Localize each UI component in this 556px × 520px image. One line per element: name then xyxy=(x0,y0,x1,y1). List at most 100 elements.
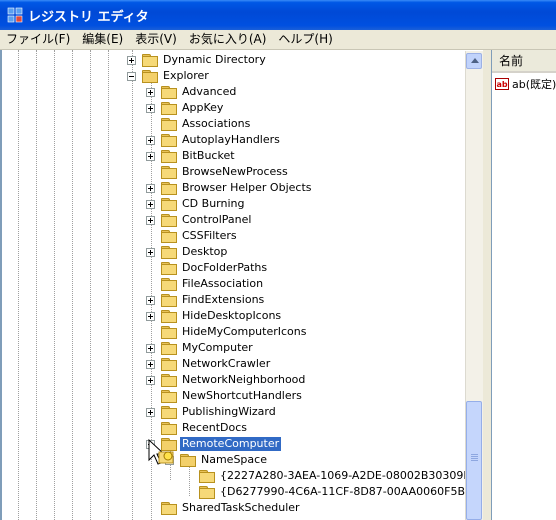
expand-icon[interactable] xyxy=(146,104,155,113)
tree-node[interactable]: DocFolderPaths xyxy=(2,260,467,276)
folder-icon xyxy=(161,422,177,435)
grip-icon xyxy=(471,454,478,462)
folder-icon xyxy=(161,278,177,291)
tree-node[interactable]: AutoplayHandlers xyxy=(2,132,467,148)
expand-icon[interactable] xyxy=(146,344,155,353)
tree-node-label[interactable]: RecentDocs xyxy=(180,421,249,435)
menu-edit[interactable]: 編集(E) xyxy=(76,30,129,49)
tree-node-label[interactable]: {2227A280-3AEA-1069-A2DE-08002B30309D} xyxy=(218,469,481,483)
tree-node-label[interactable]: SharedTaskScheduler xyxy=(180,501,302,515)
tree-node[interactable]: Dynamic Directory xyxy=(2,52,467,68)
tree-node-label[interactable]: AutoplayHandlers xyxy=(180,133,282,147)
tree-node[interactable]: CD Burning xyxy=(2,196,467,212)
expand-icon[interactable] xyxy=(127,56,136,65)
menu-file[interactable]: ファイル(F) xyxy=(0,30,76,49)
menu-help[interactable]: ヘルプ(H) xyxy=(272,30,338,49)
expand-icon[interactable] xyxy=(146,248,155,257)
scroll-thumb[interactable] xyxy=(466,401,482,520)
tree-node[interactable]: MyComputer xyxy=(2,340,467,356)
tree-node-label[interactable]: FindExtensions xyxy=(180,293,266,307)
tree-node-label[interactable]: Associations xyxy=(180,117,252,131)
title-bar: レジストリ エディタ xyxy=(0,0,556,30)
expand-icon[interactable] xyxy=(146,360,155,369)
expand-icon[interactable] xyxy=(146,136,155,145)
tree-node-label[interactable]: AppKey xyxy=(180,101,225,115)
folder-icon xyxy=(161,358,177,371)
menu-view[interactable]: 表示(V) xyxy=(129,30,183,49)
tree-node[interactable]: CSSFilters xyxy=(2,228,467,244)
tree-node[interactable]: Browser Helper Objects xyxy=(2,180,467,196)
tree-node[interactable]: BitBucket xyxy=(2,148,467,164)
folder-icon xyxy=(161,182,177,195)
tree-node-label[interactable]: NetworkCrawler xyxy=(180,357,272,371)
collapse-icon[interactable] xyxy=(127,72,136,81)
folder-icon xyxy=(161,118,177,131)
tree-node-label[interactable]: {D6277990-4C6A-11CF-8D87-00AA0060F5BF} xyxy=(218,485,480,499)
tree-node-label[interactable]: CD Burning xyxy=(180,197,246,211)
tree-node-label[interactable]: RemoteComputer xyxy=(180,437,282,451)
expand-icon[interactable] xyxy=(146,88,155,97)
folder-icon xyxy=(161,102,177,115)
expand-icon[interactable] xyxy=(146,216,155,225)
tree-node[interactable]: Desktop xyxy=(2,244,467,260)
pane-splitter[interactable] xyxy=(483,50,491,520)
tree-node-label[interactable]: Advanced xyxy=(180,85,238,99)
tree-node[interactable]: RemoteComputer xyxy=(2,436,467,452)
menu-favorites[interactable]: お気に入り(A) xyxy=(183,30,273,49)
tree-node-label[interactable]: NetworkNeighborhood xyxy=(180,373,307,387)
tree-scrollbar[interactable] xyxy=(465,51,483,520)
folder-icon xyxy=(161,502,177,515)
registry-tree-pane[interactable]: Dynamic Directory Explorer Advanced AppKey A… xyxy=(0,50,485,520)
tree-node-label[interactable]: NameSpace xyxy=(199,453,269,467)
tree-node-label[interactable]: BitBucket xyxy=(180,149,237,163)
tree-node-label[interactable]: NewShortcutHandlers xyxy=(180,389,304,403)
tree-node-label[interactable]: MyComputer xyxy=(180,341,255,355)
tree-node[interactable]: NetworkNeighborhood xyxy=(2,372,467,388)
tree-node[interactable]: Advanced xyxy=(2,84,467,100)
tree-node[interactable]: Explorer xyxy=(2,68,467,84)
tree-node[interactable]: FileAssociation xyxy=(2,276,467,292)
tree-node-label[interactable]: FileAssociation xyxy=(180,277,265,291)
expand-icon[interactable] xyxy=(146,408,155,417)
tree-node[interactable]: NewShortcutHandlers xyxy=(2,388,467,404)
column-header-name[interactable]: 名前 xyxy=(492,50,556,73)
tree-node-label[interactable]: Explorer xyxy=(161,69,211,83)
expand-icon[interactable] xyxy=(146,200,155,209)
tree-node-label[interactable]: ControlPanel xyxy=(180,213,253,227)
tree-node[interactable]: {D6277990-4C6A-11CF-8D87-00AA0060F5BF} xyxy=(2,484,478,500)
tree-node-label[interactable]: Browser Helper Objects xyxy=(180,181,314,195)
tree-node-label[interactable]: Dynamic Directory xyxy=(161,53,268,67)
tree-node[interactable]: HideMyComputerIcons xyxy=(2,324,467,340)
expand-icon[interactable] xyxy=(146,152,155,161)
values-list-pane[interactable]: 名前 ab ab(既定) xyxy=(491,50,556,520)
tree-node[interactable]: ControlPanel xyxy=(2,212,467,228)
tree-node-label[interactable]: HideDesktopIcons xyxy=(180,309,283,323)
tree-node[interactable]: NetworkCrawler xyxy=(2,356,467,372)
tree-node[interactable]: BrowseNewProcess xyxy=(2,164,467,180)
scroll-up-button[interactable] xyxy=(466,53,482,69)
tree-node[interactable]: FindExtensions xyxy=(2,292,467,308)
folder-icon xyxy=(161,294,177,307)
tree-node-label[interactable]: PublishingWizard xyxy=(180,405,278,419)
expand-icon[interactable] xyxy=(146,376,155,385)
tree-node-label[interactable]: HideMyComputerIcons xyxy=(180,325,309,339)
tree-node[interactable]: PublishingWizard xyxy=(2,404,467,420)
tree-node-label[interactable]: Desktop xyxy=(180,245,229,259)
folder-icon xyxy=(161,166,177,179)
list-item[interactable]: ab ab(既定) xyxy=(492,75,556,92)
tree-node[interactable]: HideDesktopIcons xyxy=(2,308,467,324)
tree-node-label[interactable]: BrowseNewProcess xyxy=(180,165,290,179)
tree-node[interactable]: AppKey xyxy=(2,100,467,116)
tree-node[interactable]: RecentDocs xyxy=(2,420,467,436)
expand-icon[interactable] xyxy=(146,296,155,305)
tree-node[interactable]: Associations xyxy=(2,116,467,132)
tree-node[interactable]: {2227A280-3AEA-1069-A2DE-08002B30309D} xyxy=(2,468,479,484)
window-title: レジストリ エディタ xyxy=(28,9,149,25)
tree-node[interactable]: NameSpace xyxy=(2,452,467,468)
tree-node-label[interactable]: CSSFilters xyxy=(180,229,239,243)
folder-icon xyxy=(161,246,177,259)
expand-icon[interactable] xyxy=(146,184,155,193)
tree-node[interactable]: SharedTaskScheduler xyxy=(2,500,467,516)
expand-icon[interactable] xyxy=(146,312,155,321)
tree-node-label[interactable]: DocFolderPaths xyxy=(180,261,269,275)
